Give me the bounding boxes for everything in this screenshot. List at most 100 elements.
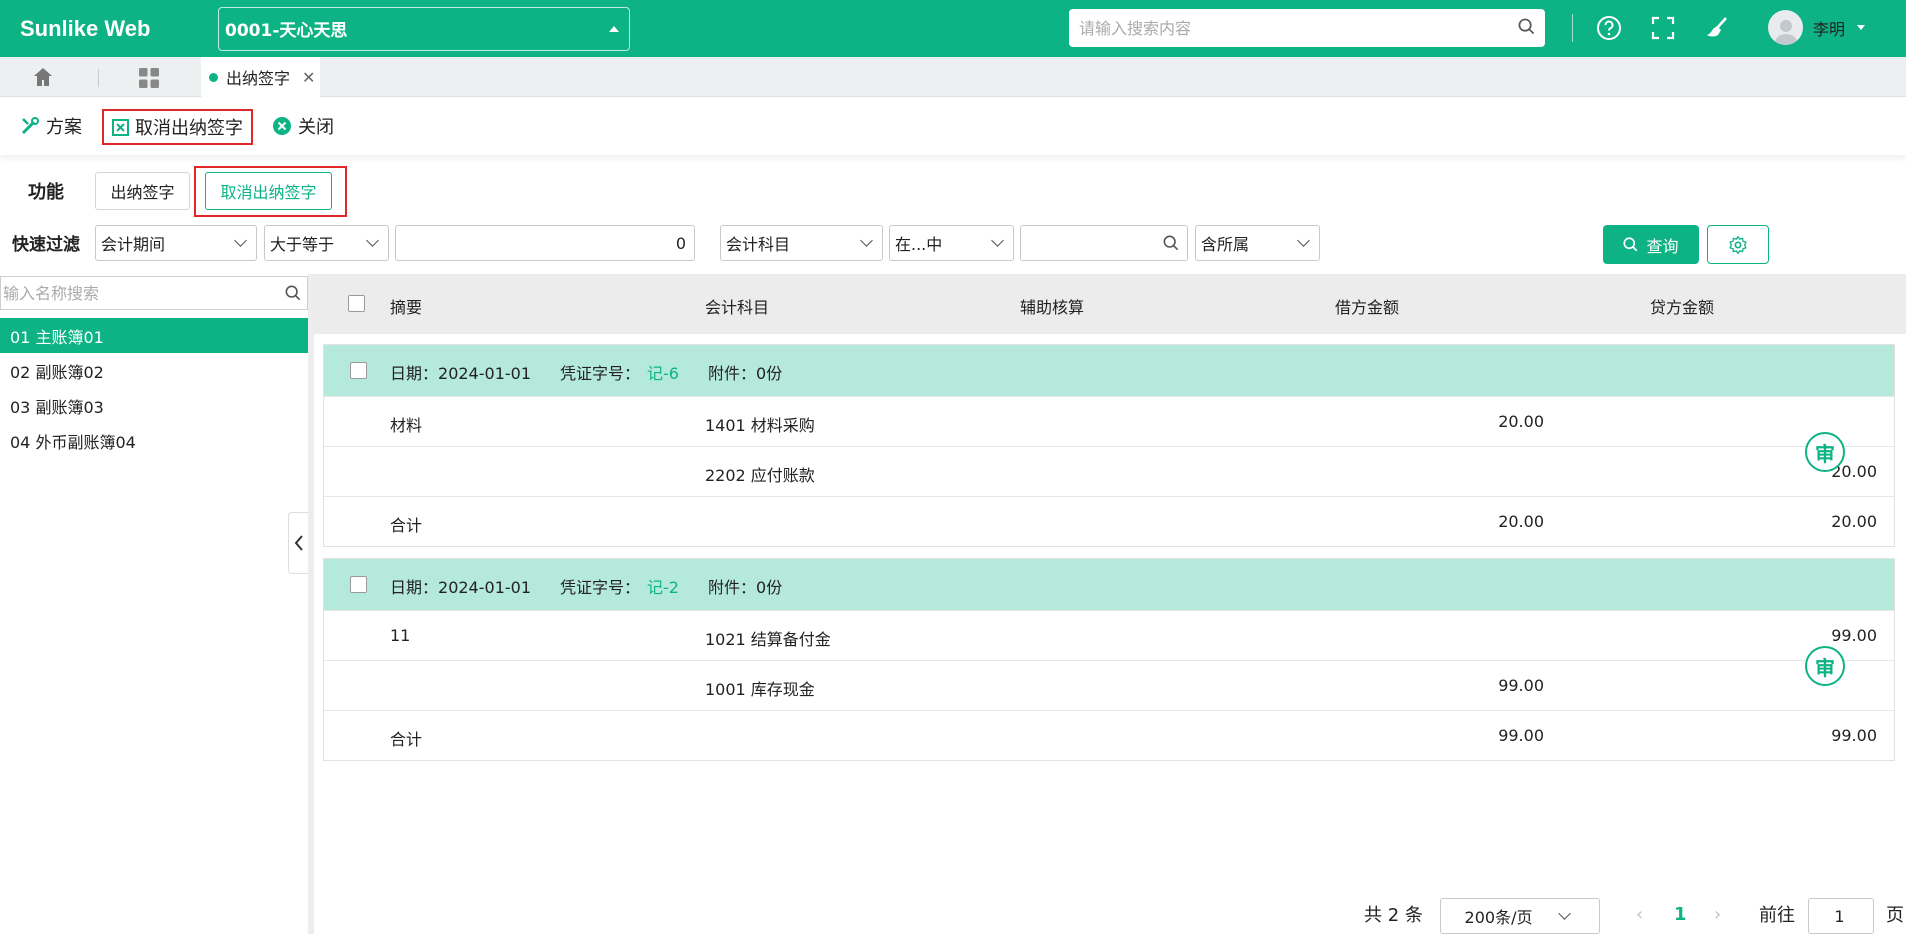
quick-filter-label: 快速过滤 — [12, 235, 80, 255]
book-item[interactable]: 02 副账簿02 — [0, 353, 308, 388]
organization-select-value: 0001-天心天思 — [225, 21, 348, 41]
chevron-down-icon — [1558, 907, 1572, 920]
voucher-group: 日期：2024-01-01 凭证字号： 记-6 附件：0份 材料 1401 材料… — [323, 344, 1895, 547]
search-icon — [1623, 237, 1638, 252]
page-size-value: 200条/页 — [1464, 908, 1533, 927]
row-debit: 99.00 — [1498, 726, 1544, 745]
table-row[interactable]: 材料 1401 材料采购 20.00 — [324, 396, 1894, 446]
filter-value-input-1[interactable]: 0 — [395, 225, 695, 261]
caret-down-icon — [1857, 25, 1866, 30]
function-label: 功能 — [28, 182, 64, 203]
goto-label: 前往 — [1759, 905, 1795, 926]
select-all-checkbox[interactable] — [348, 295, 365, 312]
voucher-checkbox[interactable] — [350, 576, 367, 593]
voucher-number-label: 凭证字号： — [560, 578, 641, 597]
row-account: 2202 应付账款 — [705, 466, 815, 485]
column-summary: 摘要 — [390, 298, 423, 317]
search-icon[interactable] — [285, 285, 301, 301]
scope-select[interactable]: 含所属 — [1195, 225, 1320, 261]
fullscreen-icon[interactable] — [1647, 12, 1679, 44]
next-page-icon[interactable]: › — [1714, 896, 1721, 932]
audited-stamp-icon: 审 — [1805, 646, 1845, 686]
row-summary: 材料 — [390, 416, 423, 435]
table-row-total: 合计 99.00 99.00 — [324, 710, 1894, 760]
row-account: 1401 材料采购 — [705, 416, 815, 435]
column-account: 会计科目 — [705, 298, 770, 317]
close-tab-icon[interactable]: ✕ — [302, 68, 315, 87]
collapse-panel-button[interactable] — [288, 512, 308, 574]
tab-cashier-sign[interactable]: 出纳签字 ✕ — [201, 57, 320, 97]
user-menu[interactable]: 李明 — [1768, 10, 1866, 45]
apps-grid-icon[interactable] — [138, 67, 160, 93]
scope-value: 含所属 — [1201, 235, 1250, 254]
gear-icon — [1729, 235, 1747, 254]
page-suffix: 页 — [1886, 905, 1904, 926]
close-button[interactable]: 关闭 — [272, 109, 334, 143]
tools-icon — [21, 117, 39, 135]
chevron-left-icon — [294, 535, 303, 551]
book-item[interactable]: 03 副账簿03 — [0, 388, 308, 423]
prev-page-icon[interactable]: ‹ — [1636, 896, 1643, 932]
row-summary: 合计 — [390, 730, 423, 749]
filter-operator-select-1[interactable]: 大于等于 — [264, 225, 389, 261]
scheme-button-label: 方案 — [46, 117, 82, 138]
filter-field-select-1[interactable]: 会计期间 — [95, 225, 257, 261]
voucher-header: 日期：2024-01-01 凭证字号： 记-2 附件：0份 — [324, 559, 1894, 610]
audited-stamp-icon: 审 — [1805, 432, 1845, 472]
help-icon[interactable] — [1593, 12, 1625, 44]
account-lookup-input[interactable] — [1020, 225, 1188, 261]
voucher-checkbox[interactable] — [350, 362, 367, 379]
goto-page-input[interactable]: 1 — [1808, 898, 1874, 934]
row-account: 1001 库存现金 — [705, 680, 815, 699]
voucher-group: 日期：2024-01-01 凭证字号： 记-2 附件：0份 11 1021 结算… — [323, 558, 1895, 761]
row-credit: 99.00 — [1831, 626, 1877, 645]
book-search-input[interactable] — [3, 283, 285, 303]
table-row[interactable]: 2202 应付账款 20.00 — [324, 446, 1894, 496]
column-credit: 贷方金额 — [1650, 298, 1715, 317]
filter-field-1-value: 会计期间 — [101, 235, 166, 254]
search-icon[interactable] — [1163, 235, 1179, 251]
voucher-number-link[interactable]: 记-6 — [647, 360, 679, 384]
current-page-number[interactable]: 1 — [1674, 896, 1687, 932]
scheme-button[interactable]: 方案 — [20, 109, 82, 143]
close-button-label: 关闭 — [298, 117, 334, 138]
filter-field-select-2[interactable]: 会计科目 — [720, 225, 883, 261]
panel-splitter[interactable] — [308, 274, 314, 934]
column-debit: 借方金额 — [1335, 298, 1400, 317]
voucher-attachments: 附件：0份 — [708, 364, 783, 383]
book-search[interactable] — [0, 276, 308, 310]
caret-up-icon — [609, 25, 619, 32]
global-search[interactable] — [1069, 9, 1545, 47]
filter-field-2-value: 会计科目 — [726, 235, 791, 254]
cancel-cashier-sign-toolbar-label: 取消出纳签字 — [135, 118, 243, 139]
filter-settings-button[interactable] — [1707, 225, 1769, 264]
page-size-select[interactable]: 200条/页 — [1440, 898, 1600, 934]
voucher-date: 日期：2024-01-01 — [390, 578, 531, 597]
tab-bar: 出纳签字 ✕ — [0, 57, 1906, 97]
home-icon[interactable] — [32, 66, 54, 92]
cashier-sign-button[interactable]: 出纳签字 — [95, 172, 190, 210]
search-icon[interactable] — [1518, 18, 1535, 39]
cancel-cashier-sign-button[interactable]: 取消出纳签字 — [205, 172, 332, 210]
row-credit: 99.00 — [1831, 726, 1877, 745]
row-summary: 11 — [390, 626, 411, 645]
app-brand: Sunlike Web — [20, 15, 151, 41]
toolbar: 方案 取消出纳签字 关闭 — [0, 97, 1906, 155]
tab-divider — [98, 69, 99, 87]
clear-cache-broom-icon[interactable] — [1701, 12, 1733, 44]
book-item[interactable]: 01 主账簿01 — [0, 318, 308, 353]
voucher-date: 日期：2024-01-01 — [390, 364, 531, 383]
voucher-number-link[interactable]: 记-2 — [647, 574, 679, 598]
chevron-down-icon — [1297, 234, 1310, 247]
book-item[interactable]: 04 外币副账簿04 — [0, 423, 308, 458]
table-row[interactable]: 11 1021 结算备付金 99.00 — [324, 610, 1894, 660]
table-row[interactable]: 1001 库存现金 99.00 — [324, 660, 1894, 710]
filter-operator-2-value: 在...中 — [895, 235, 943, 254]
cancel-cashier-sign-toolbar-button[interactable]: 取消出纳签字 — [102, 109, 253, 145]
global-search-input[interactable] — [1079, 18, 1518, 38]
filter-operator-select-2[interactable]: 在...中 — [889, 225, 1014, 261]
chevron-down-icon — [234, 234, 247, 247]
active-tab-dot — [209, 72, 218, 82]
query-button[interactable]: 查询 — [1603, 225, 1699, 264]
organization-select[interactable]: 0001-天心天思 — [218, 6, 630, 51]
